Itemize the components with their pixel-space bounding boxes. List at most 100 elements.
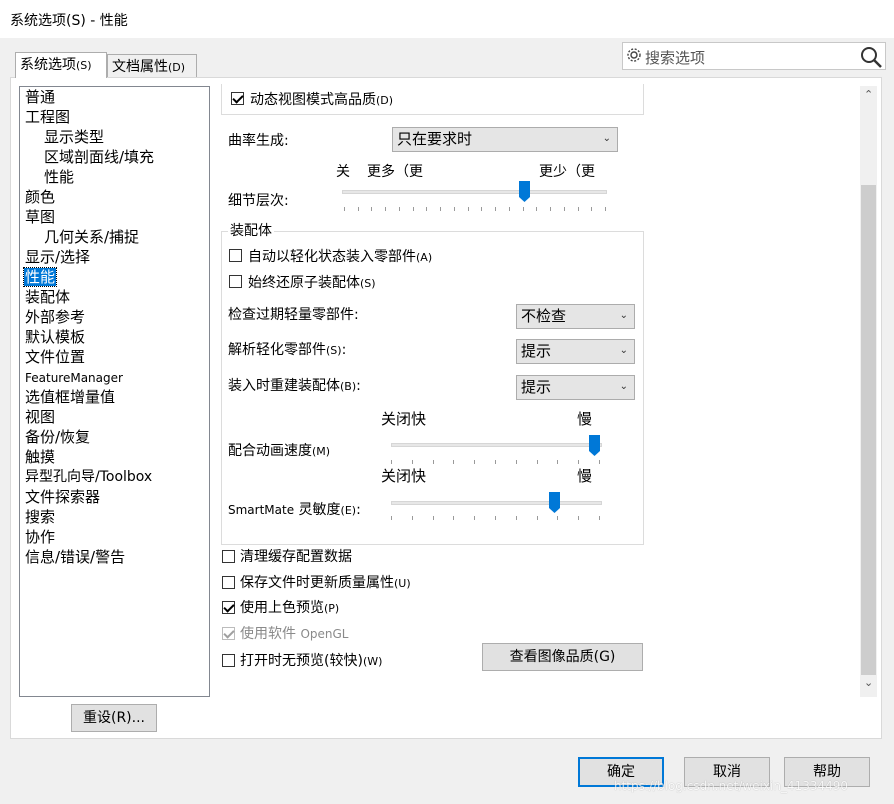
tree-item-view[interactable]: 视图 [25, 408, 55, 426]
check-expired-dropdown[interactable]: 不检查 ⌄ [516, 304, 635, 329]
slider-tick [557, 460, 558, 464]
scrollbar-thumb[interactable] [861, 185, 876, 675]
tab-hotkey: (D) [168, 61, 186, 74]
smartmate-left-label: 关闭快 [381, 467, 427, 485]
scroll-up-icon[interactable]: ⌃ [864, 88, 873, 101]
software-opengl-label: 使用软件 OpenGL [240, 626, 349, 642]
no-preview-checkbox[interactable] [222, 654, 235, 667]
rebuild-on-load-label: 装入时重建装配体(B): [228, 378, 361, 394]
slider-tick [495, 207, 496, 211]
search-input[interactable]: 搜索选项 [645, 47, 705, 68]
tree-item-drawings[interactable]: 工程图 [25, 108, 70, 126]
slider-tick [537, 516, 538, 520]
tab-document-properties[interactable]: 文档属性(D) [107, 54, 197, 78]
tree-item-display-style[interactable]: 显示类型 [44, 128, 104, 146]
tree-item-sketch[interactable]: 草图 [25, 208, 55, 226]
chevron-down-icon: ⌄ [619, 345, 628, 356]
detail-slider-thumb[interactable] [519, 181, 530, 202]
curvature-value: 只在要求时 [397, 130, 473, 148]
slider-tick [391, 516, 392, 520]
tree-item-relations-snaps[interactable]: 几何关系/捕捉 [44, 228, 139, 246]
slider-tick [516, 516, 517, 520]
mate-anim-slider-thumb[interactable] [589, 435, 600, 456]
tree-item-drawing-performance[interactable]: 性能 [44, 168, 74, 186]
slider-tick [578, 460, 579, 464]
search-box[interactable]: 搜索选项 [622, 42, 886, 70]
tree-item-file-locations[interactable]: 文件位置 [25, 348, 85, 366]
slider-tick [474, 516, 475, 520]
smartmate-slider-thumb[interactable] [549, 492, 560, 513]
mate-anim-slider-track[interactable] [391, 443, 602, 447]
tree-item-spin-box-increments[interactable]: 选值框增量值 [25, 388, 115, 406]
clear-cache-checkbox[interactable] [222, 550, 235, 563]
slider-tick [591, 207, 592, 211]
slider-tick [412, 516, 413, 520]
chevron-down-icon: ⌄ [619, 310, 628, 321]
rebuild-on-load-dropdown[interactable]: 提示 ⌄ [516, 375, 635, 400]
tree-item-external-references[interactable]: 外部参考 [25, 308, 85, 326]
slider-tick [433, 460, 434, 464]
slider-tick [599, 516, 600, 520]
mate-anim-label: 配合动画速度(M) [228, 443, 331, 459]
gear-icon[interactable] [626, 47, 642, 67]
shaded-preview-label: 使用上色预览(P) [240, 600, 340, 616]
rebuild-on-load-value: 提示 [521, 378, 552, 396]
resolve-lightweight-dropdown[interactable]: 提示 ⌄ [516, 339, 635, 364]
tab-label: 系统选项 [20, 57, 76, 73]
detail-more-label: 更多（更 [367, 164, 423, 180]
smartmate-slider-ticks [391, 516, 600, 520]
options-tree[interactable]: 普通 工程图 显示类型 区域剖面线/填充 性能 颜色 草图 几何关系/捕捉 显示… [19, 86, 210, 697]
always-resolve-checkbox[interactable] [229, 275, 242, 288]
tab-system-options[interactable]: 系统选项(S) [15, 52, 107, 78]
curvature-label: 曲率生成: [228, 133, 289, 149]
detail-slider-track[interactable] [342, 190, 607, 194]
auto-lightweight-checkbox[interactable] [229, 249, 242, 262]
slider-tick [440, 207, 441, 211]
slider-tick [426, 207, 427, 211]
search-icon[interactable] [859, 45, 883, 73]
reset-button[interactable]: 重设(R)... [71, 704, 157, 732]
slider-tick [453, 516, 454, 520]
slider-tick [509, 207, 510, 211]
slider-tick [358, 207, 359, 211]
tree-item-featuremanager[interactable]: FeatureManager [25, 369, 123, 387]
tree-item-hole-wizard-toolbox[interactable]: 异型孔向导/Toolbox [25, 468, 152, 486]
tree-item-display-selection[interactable]: 显示/选择 [25, 248, 90, 266]
slider-tick [536, 207, 537, 211]
scroll-down-icon[interactable]: ⌄ [864, 676, 873, 689]
tree-item-general[interactable]: 普通 [25, 88, 55, 106]
tree-item-collaboration[interactable]: 协作 [25, 528, 55, 546]
slider-tick [550, 207, 551, 211]
slider-tick [474, 460, 475, 464]
clear-cache-label: 清理缓存配置数据 [240, 549, 352, 565]
update-mass-checkbox[interactable] [222, 576, 235, 589]
chevron-down-icon: ⌄ [602, 133, 611, 144]
tree-item-default-templates[interactable]: 默认模板 [25, 328, 85, 346]
tab-label: 文档属性 [112, 59, 168, 75]
image-quality-button[interactable]: 查看图像品质(G) [482, 643, 643, 671]
tree-item-touch[interactable]: 触摸 [25, 448, 55, 466]
tree-item-search[interactable]: 搜索 [25, 508, 55, 526]
tree-item-backup-recover[interactable]: 备份/恢复 [25, 428, 90, 446]
shaded-preview-checkbox[interactable] [222, 601, 235, 614]
slider-tick [468, 207, 469, 211]
tree-item-assemblies[interactable]: 装配体 [25, 288, 70, 306]
curvature-dropdown[interactable]: 只在要求时 ⌄ [392, 127, 618, 152]
smartmate-slider-track[interactable] [391, 501, 602, 505]
watermark: https://blog.csdn.net/weixin_41334490 [614, 779, 849, 793]
mate-anim-slider-ticks [391, 460, 600, 464]
detail-slider-ticks [344, 207, 606, 211]
slider-tick [391, 460, 392, 464]
detail-off-label: 关 [336, 164, 350, 180]
slider-tick [385, 207, 386, 211]
tree-item-colors[interactable]: 颜色 [25, 188, 55, 206]
dynamic-view-checkbox[interactable] [231, 92, 244, 105]
tree-item-area-hatch[interactable]: 区域剖面线/填充 [44, 148, 154, 166]
slider-tick [495, 460, 496, 464]
tree-item-file-explorer[interactable]: 文件探索器 [25, 488, 100, 506]
tree-item-messages-errors-warnings[interactable]: 信息/错误/警告 [25, 548, 125, 566]
mate-anim-left-label: 关闭快 [381, 410, 427, 428]
tree-item-performance[interactable]: 性能 [22, 267, 58, 287]
slider-tick [599, 460, 600, 464]
check-expired-label: 检查过期轻量零部件: [228, 307, 359, 323]
